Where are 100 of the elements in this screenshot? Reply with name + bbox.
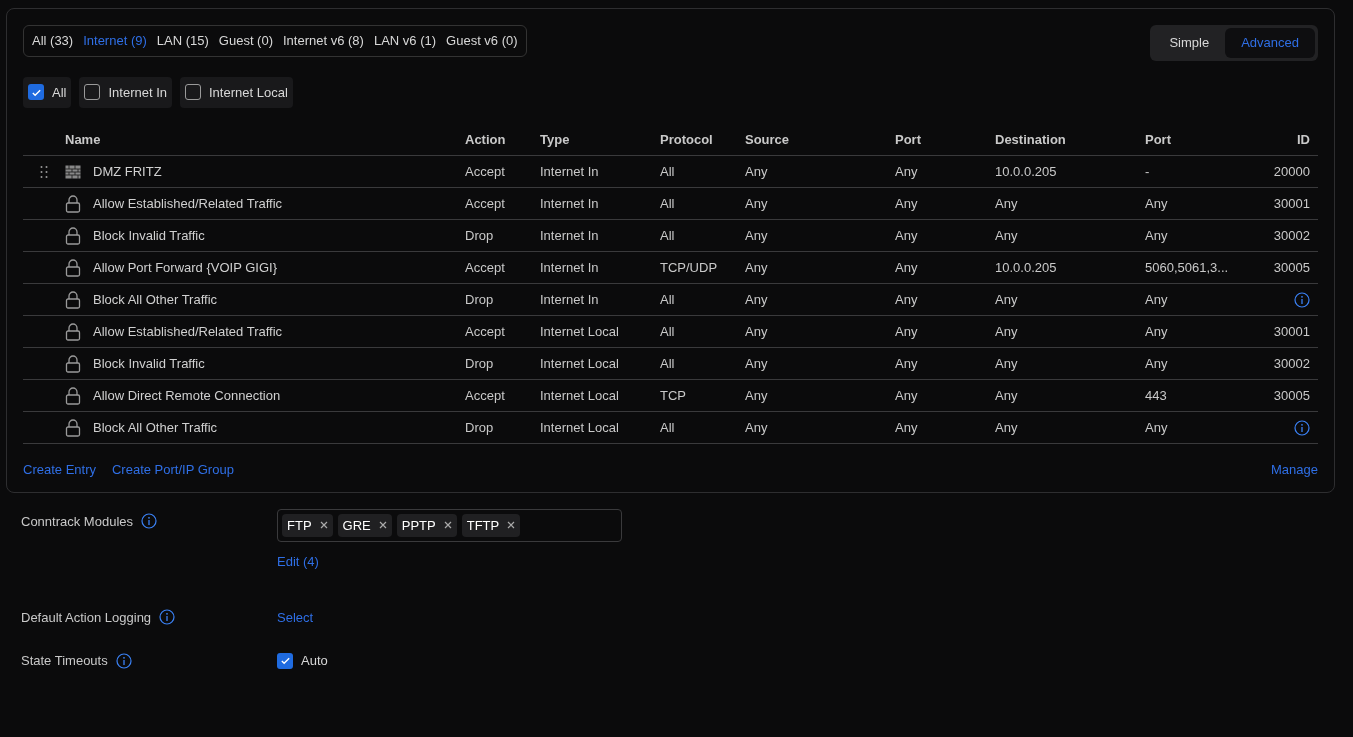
- table-cell-text: Any: [895, 354, 919, 373]
- remove-tag-icon[interactable]: [443, 521, 452, 530]
- zone-tab[interactable]: All (33): [28, 29, 78, 53]
- module-tag: FTP: [282, 513, 333, 537]
- info-icon[interactable]: [1294, 291, 1310, 308]
- table-cell-text: Any: [745, 386, 769, 405]
- table-cell-text: Any: [1145, 290, 1169, 309]
- filter-checkbox-chip[interactable]: Internet In: [79, 76, 172, 108]
- table-cell-text: Internet Local: [540, 386, 620, 405]
- table-cell-text: Any: [995, 226, 1019, 245]
- lock-icon: [65, 418, 81, 437]
- table-cell-text: All: [660, 290, 676, 309]
- table-cell-text: Any: [1145, 354, 1169, 373]
- table-cell-text: Block Invalid Traffic: [93, 226, 205, 245]
- view-toggle-option[interactable]: Simple: [1153, 28, 1226, 58]
- table-cell-text: 5060,5061,3...: [1145, 258, 1230, 277]
- table-cell-text: Internet In: [540, 290, 600, 309]
- column-header: Name: [65, 130, 102, 149]
- table-cell-text: Accept: [465, 162, 506, 181]
- table-cell-text: Any: [895, 258, 919, 277]
- table-cell-text: 30005: [1273, 258, 1310, 277]
- table-cell-text: Internet In: [540, 258, 600, 277]
- table-cell-text: 20000: [1273, 162, 1310, 181]
- lock-icon: [65, 386, 81, 405]
- zone-tab[interactable]: Guest v6 (0): [442, 29, 522, 53]
- table-cell-text: Any: [995, 354, 1019, 373]
- info-icon[interactable]: [1294, 419, 1310, 436]
- link[interactable]: Create Port/IP Group: [112, 460, 234, 480]
- conntrack-modules-field[interactable]: FTP GRE PPTP TFTP: [277, 508, 622, 542]
- checkbox[interactable]: [84, 84, 101, 101]
- table-cell-text: Any: [995, 194, 1019, 213]
- column-header: Type: [540, 130, 571, 149]
- filter-checkbox-chip[interactable]: Internet Local: [180, 76, 293, 108]
- table-cell-text: Block All Other Traffic: [93, 290, 218, 309]
- table-cell-text: 30002: [1273, 226, 1310, 245]
- info-icon[interactable]: [141, 513, 157, 530]
- info-icon[interactable]: [115, 652, 132, 669]
- lock-icon: [65, 290, 81, 309]
- table-cell-text: 443: [1145, 386, 1168, 405]
- table-cell-text: -: [1145, 162, 1151, 181]
- table-cell-text: 30005: [1273, 386, 1310, 405]
- column-header: Action: [465, 130, 507, 149]
- table-cell-text: Internet Local: [540, 354, 620, 373]
- remove-tag-icon[interactable]: [507, 521, 516, 530]
- table-cell-text: Any: [895, 290, 919, 309]
- table-cell-text: TCP: [660, 386, 687, 405]
- zone-tab[interactable]: LAN v6 (1): [369, 29, 441, 53]
- table-cell-text: Drop: [465, 418, 495, 437]
- table-cell-text: Any: [1145, 418, 1169, 437]
- manage-link[interactable]: Manage: [1271, 460, 1318, 480]
- table-cell-text: Accept: [465, 386, 506, 405]
- table-cell-text: Internet Local: [540, 322, 620, 341]
- table-cell-text: Allow Established/Related Traffic: [93, 194, 283, 213]
- zone-tab[interactable]: Internet (9): [79, 29, 151, 53]
- table-cell-text: Any: [745, 226, 769, 245]
- view-toggle-option[interactable]: Advanced: [1225, 28, 1315, 58]
- checkbox[interactable]: [277, 652, 293, 669]
- link[interactable]: Create Entry: [23, 460, 96, 480]
- zone-tab[interactable]: Guest (0): [214, 29, 277, 53]
- module-tag: PPTP: [396, 513, 457, 537]
- info-icon[interactable]: [159, 609, 176, 626]
- table-cell-text: Any: [895, 194, 919, 213]
- table-cell-text: Drop: [465, 226, 495, 245]
- lock-icon: [65, 226, 81, 245]
- table-cell-text: All: [660, 418, 676, 437]
- table-cell-text: Any: [1145, 322, 1169, 341]
- remove-tag-icon[interactable]: [319, 521, 328, 530]
- table-cell-text: Any: [745, 418, 769, 437]
- filter-checkbox-chip[interactable]: All: [23, 76, 72, 108]
- module-tag: TFTP: [461, 513, 521, 537]
- table-cell-text: Any: [745, 194, 769, 213]
- table-cell-text: Block Invalid Traffic: [93, 354, 205, 373]
- table-cell-text: Any: [995, 418, 1019, 437]
- table-cell-text: Accept: [465, 258, 506, 277]
- edit-link[interactable]: Edit (4): [277, 552, 1332, 572]
- zone-tab[interactable]: LAN (15): [152, 29, 213, 53]
- column-header: Destination: [995, 130, 1067, 149]
- table-cell-text: Allow Direct Remote Connection: [93, 386, 281, 405]
- table-cell-text: Any: [895, 162, 919, 181]
- select-link[interactable]: Select: [277, 607, 1332, 627]
- checkbox-label: Auto: [301, 652, 328, 670]
- table-cell-text: Allow Port Forward {VOIP GIGI}: [93, 258, 277, 277]
- drag-handle-icon[interactable]: [40, 165, 48, 178]
- checkbox[interactable]: [185, 84, 201, 101]
- table-cell-text: Any: [995, 290, 1019, 309]
- zone-tab[interactable]: Internet v6 (8): [279, 29, 368, 53]
- table-cell-text: All: [660, 226, 676, 245]
- table-cell-text: All: [660, 162, 676, 181]
- table-cell-text: Any: [745, 354, 769, 373]
- table-cell-text: Internet In: [540, 162, 600, 181]
- checkbox[interactable]: [28, 84, 44, 101]
- table-cell-text: Any: [745, 322, 769, 341]
- setting-label: State Timeouts: [21, 652, 108, 670]
- table-cell-text: Any: [995, 386, 1019, 405]
- column-header: Port: [1145, 130, 1172, 149]
- table-cell-text: All: [660, 194, 676, 213]
- remove-tag-icon[interactable]: [378, 521, 387, 530]
- table-cell-text: Any: [745, 258, 769, 277]
- table-cell-text: Allow Established/Related Traffic: [93, 322, 283, 341]
- table-cell-text: Internet In: [540, 226, 600, 245]
